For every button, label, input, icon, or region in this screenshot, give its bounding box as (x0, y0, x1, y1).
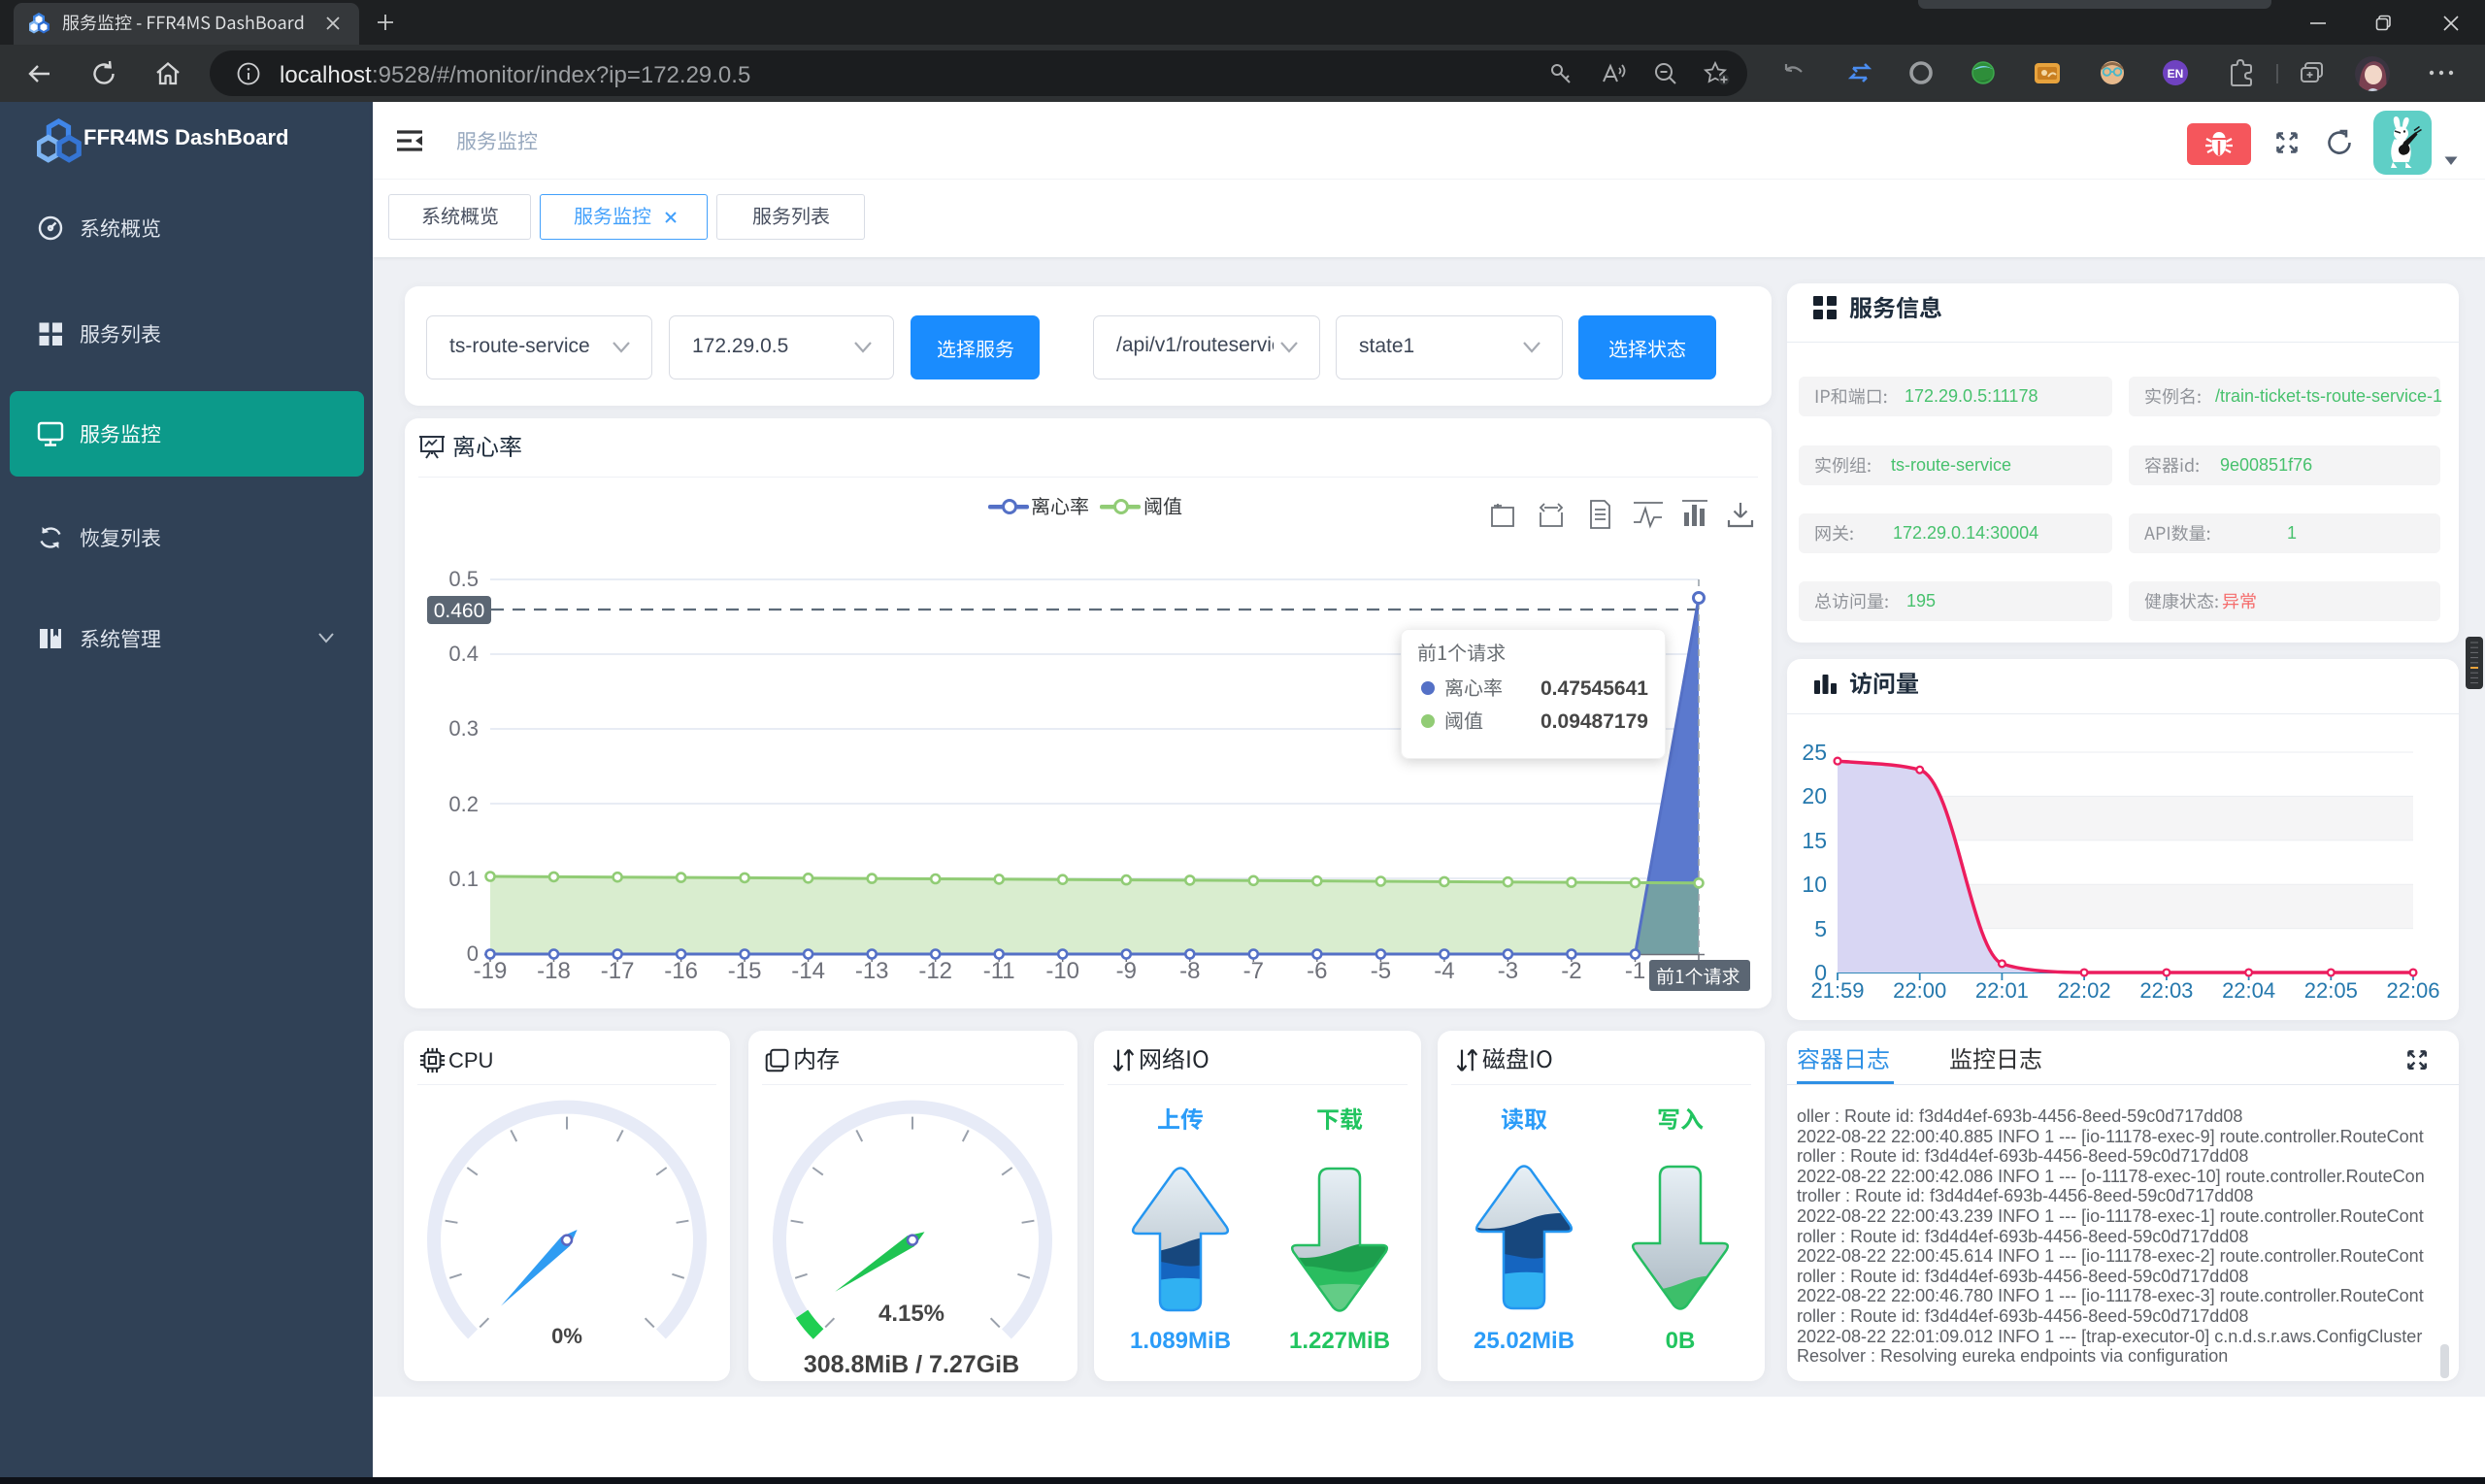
svg-text:-8: -8 (1179, 958, 1200, 984)
svg-text:5: 5 (1814, 916, 1827, 941)
svg-text:0.5: 0.5 (448, 567, 479, 591)
svg-text:22:03: 22:03 (2139, 978, 2193, 1003)
svg-text:20: 20 (1802, 783, 1827, 808)
svg-text:22:01: 22:01 (1975, 978, 2029, 1003)
svg-text:-1: -1 (1625, 958, 1645, 984)
svg-text:-3: -3 (1498, 958, 1518, 984)
svg-text:-12: -12 (918, 958, 952, 984)
svg-text:-6: -6 (1307, 958, 1327, 984)
svg-text:-2: -2 (1561, 958, 1581, 984)
svg-text:-9: -9 (1116, 958, 1137, 984)
svg-text:-17: -17 (601, 958, 635, 984)
svg-text:22:06: 22:06 (2386, 978, 2439, 1003)
svg-text:-7: -7 (1243, 958, 1264, 984)
svg-text:22:04: 22:04 (2222, 978, 2275, 1003)
svg-text:-15: -15 (728, 958, 762, 984)
svg-text:22:02: 22:02 (2058, 978, 2111, 1003)
svg-text:21:59: 21:59 (1810, 978, 1864, 1003)
svg-text:-18: -18 (537, 958, 571, 984)
svg-text:EN: EN (2168, 67, 2184, 81)
svg-text:0.2: 0.2 (448, 792, 479, 816)
svg-text:-10: -10 (1045, 958, 1079, 984)
svg-text:-13: -13 (855, 958, 889, 984)
svg-text:0.460: 0.460 (434, 600, 485, 622)
svg-text:-16: -16 (664, 958, 698, 984)
svg-text:22:00: 22:00 (1893, 978, 1946, 1003)
svg-text:0.4: 0.4 (448, 642, 479, 666)
svg-text:0.3: 0.3 (448, 716, 479, 741)
svg-text:22:05: 22:05 (2304, 978, 2358, 1003)
svg-text:0.1: 0.1 (448, 867, 479, 891)
svg-text:-5: -5 (1371, 958, 1391, 984)
svg-text:-14: -14 (791, 958, 825, 984)
svg-text:10: 10 (1802, 872, 1827, 897)
svg-text:-4: -4 (1434, 958, 1454, 984)
svg-text:25: 25 (1802, 740, 1827, 765)
svg-text:-19: -19 (474, 958, 508, 984)
svg-text:15: 15 (1802, 828, 1827, 853)
svg-text:-11: -11 (983, 958, 1015, 984)
